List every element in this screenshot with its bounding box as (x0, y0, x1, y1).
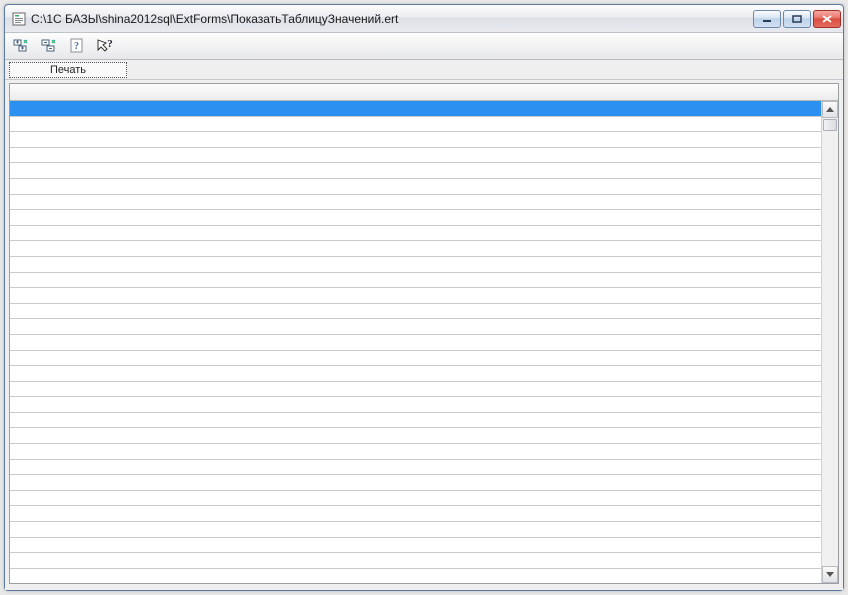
subbar: Печать (5, 60, 843, 80)
table-row[interactable] (10, 382, 821, 398)
table-row[interactable] (10, 101, 821, 117)
table-row[interactable] (10, 491, 821, 507)
table-row[interactable] (10, 132, 821, 148)
table-row[interactable] (10, 179, 821, 195)
table-row[interactable] (10, 475, 821, 491)
table-grid[interactable] (9, 83, 839, 584)
table-row[interactable] (10, 319, 821, 335)
table-row[interactable] (10, 226, 821, 242)
table-row[interactable] (10, 210, 821, 226)
table-row[interactable] (10, 522, 821, 538)
table-row[interactable] (10, 366, 821, 382)
table-row[interactable] (10, 288, 821, 304)
scroll-thumb[interactable] (823, 119, 837, 131)
table-row[interactable] (10, 538, 821, 554)
table-row[interactable] (10, 413, 821, 429)
vertical-scrollbar[interactable] (821, 101, 838, 583)
table-row[interactable] (10, 444, 821, 460)
table-header[interactable] (10, 84, 838, 101)
table-row[interactable] (10, 351, 821, 367)
svg-text:?: ? (107, 38, 113, 50)
table-rows[interactable] (10, 101, 821, 583)
maximize-button[interactable] (783, 10, 811, 28)
scroll-up-icon[interactable] (822, 101, 838, 118)
table-row[interactable] (10, 117, 821, 133)
table-row[interactable] (10, 148, 821, 164)
table-row[interactable] (10, 397, 821, 413)
table-row[interactable] (10, 195, 821, 211)
minimize-button[interactable] (753, 10, 781, 28)
table-body (10, 101, 838, 583)
svg-text:?: ? (74, 41, 79, 52)
table-row[interactable] (10, 257, 821, 273)
app-window: C:\1C БАЗЫ\shina2012sql\ExtForms\Показат… (4, 4, 844, 591)
titlebar: C:\1C БАЗЫ\shina2012sql\ExtForms\Показат… (5, 5, 843, 33)
body-area (5, 80, 843, 590)
table-row[interactable] (10, 335, 821, 351)
help-icon[interactable]: ? (67, 36, 87, 56)
table-row[interactable] (10, 428, 821, 444)
table-row[interactable] (10, 460, 821, 476)
expand-all-icon[interactable] (11, 36, 31, 56)
table-row[interactable] (10, 241, 821, 257)
table-row[interactable] (10, 553, 821, 569)
collapse-all-icon[interactable] (39, 36, 59, 56)
whats-this-icon[interactable]: ? (95, 36, 115, 56)
table-row[interactable] (10, 506, 821, 522)
toolbar: ? ? (5, 33, 843, 60)
window-title: C:\1C БАЗЫ\shina2012sql\ExtForms\Показат… (31, 12, 753, 26)
scroll-down-icon[interactable] (822, 566, 838, 583)
table-row[interactable] (10, 304, 821, 320)
table-row[interactable] (10, 273, 821, 289)
close-button[interactable] (813, 10, 841, 28)
window-buttons (753, 10, 841, 28)
table-row[interactable] (10, 163, 821, 179)
print-button[interactable]: Печать (9, 62, 127, 78)
app-icon (11, 11, 27, 27)
